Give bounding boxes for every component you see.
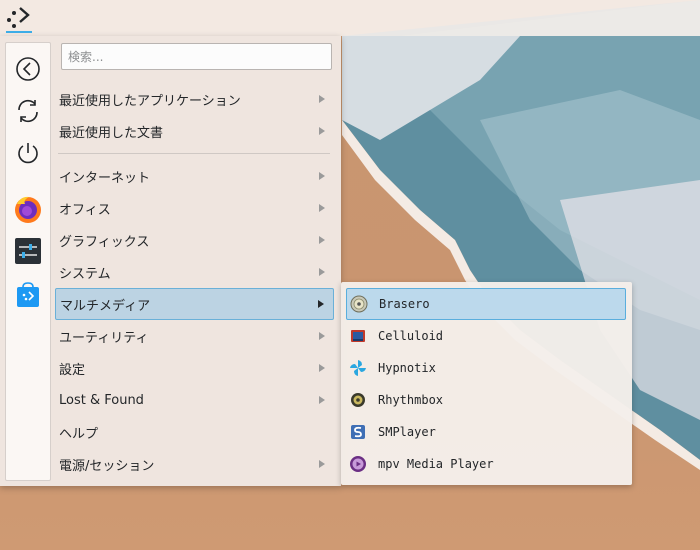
category-help[interactable]: ヘルプ: [55, 417, 334, 447]
app-label: Celluloid: [378, 329, 444, 343]
application-launcher-button[interactable]: [4, 2, 34, 33]
category-system[interactable]: システム: [55, 257, 334, 287]
category-label: ヘルプ: [59, 426, 99, 442]
active-indicator: [6, 31, 32, 33]
chevron-right-icon: [315, 298, 327, 310]
firefox-icon: [15, 196, 41, 223]
category-graphics[interactable]: グラフィックス: [55, 225, 334, 255]
favorites-sidebar: [5, 42, 51, 481]
back-arrow-icon: [16, 57, 40, 81]
favorite-settings[interactable]: [12, 235, 44, 267]
app-label: mpv Media Player: [378, 457, 494, 471]
multimedia-submenu: Brasero Celluloid Hypnotix Rhythmbox SMP…: [341, 282, 632, 485]
chevron-right-icon: [316, 330, 328, 342]
rhythmbox-speaker-icon: [349, 391, 367, 409]
category-settings[interactable]: 設定: [55, 353, 334, 383]
app-label: SMPlayer: [378, 425, 436, 439]
brasero-disc-icon: [350, 295, 368, 313]
category-label: システム: [59, 266, 111, 282]
category-label: 最近使用したアプリケーション: [59, 93, 241, 109]
favorite-power-button[interactable]: [12, 137, 44, 169]
chevron-right-icon: [316, 170, 328, 182]
smplayer-icon: [349, 423, 367, 441]
chevron-right-icon: [316, 93, 328, 105]
favorite-refresh-button[interactable]: [12, 95, 44, 127]
app-label: Brasero: [379, 297, 430, 311]
chevron-right-icon: [316, 125, 328, 137]
app-smplayer[interactable]: SMPlayer: [346, 417, 626, 447]
app-rhythmbox[interactable]: Rhythmbox: [346, 385, 626, 415]
category-recent-applications[interactable]: 最近使用したアプリケーション: [55, 84, 334, 114]
chevron-right-icon: [316, 362, 328, 374]
chevron-right-icon: [316, 266, 328, 278]
category-label: 最近使用した文書: [59, 125, 164, 141]
category-label: ユーティリティ: [59, 330, 149, 346]
chevron-right-icon: [316, 458, 328, 470]
menu-separator: [58, 153, 330, 154]
favorite-firefox[interactable]: [12, 193, 44, 225]
app-brasero[interactable]: Brasero: [346, 288, 626, 320]
chevron-right-icon: [316, 394, 328, 406]
power-icon: [18, 143, 38, 164]
chevron-right-icon: [316, 202, 328, 214]
category-label: マルチメディア: [60, 298, 151, 314]
category-label: オフィス: [59, 202, 111, 218]
app-label: Rhythmbox: [378, 393, 444, 407]
app-label: Hypnotix: [378, 361, 436, 375]
category-office[interactable]: オフィス: [55, 193, 334, 223]
category-power-session[interactable]: 電源/セッション: [55, 449, 334, 479]
top-panel: [0, 0, 700, 36]
category-multimedia[interactable]: マルチメディア: [55, 288, 334, 320]
mpv-icon: [349, 455, 367, 473]
category-label: Lost & Found: [59, 392, 144, 408]
app-mpv[interactable]: mpv Media Player: [346, 449, 626, 479]
category-lost-and-found[interactable]: Lost & Found: [55, 385, 334, 415]
app-celluloid[interactable]: Celluloid: [346, 321, 626, 351]
celluloid-icon: [349, 327, 367, 345]
category-recent-documents[interactable]: 最近使用した文書: [55, 116, 334, 146]
category-label: インターネット: [59, 170, 151, 186]
search-input[interactable]: [61, 43, 332, 70]
favorite-back-button[interactable]: [12, 53, 44, 85]
favorite-discover[interactable]: [12, 279, 44, 311]
hypnotix-icon: [349, 359, 367, 377]
app-hypnotix[interactable]: Hypnotix: [346, 353, 626, 383]
category-utilities[interactable]: ユーティリティ: [55, 321, 334, 351]
settings-sliders-icon: [15, 238, 41, 264]
category-label: 電源/セッション: [59, 458, 155, 474]
category-label: グラフィックス: [59, 234, 150, 250]
category-internet[interactable]: インターネット: [55, 161, 334, 191]
chevron-right-icon: [316, 234, 328, 246]
category-label: 設定: [59, 362, 86, 378]
application-menu: 最近使用したアプリケーション 最近使用した文書 インターネット オフィス グラフ…: [0, 36, 341, 486]
launcher-icon: [7, 7, 30, 28]
software-store-icon: [17, 282, 39, 307]
refresh-icon: [18, 99, 38, 123]
